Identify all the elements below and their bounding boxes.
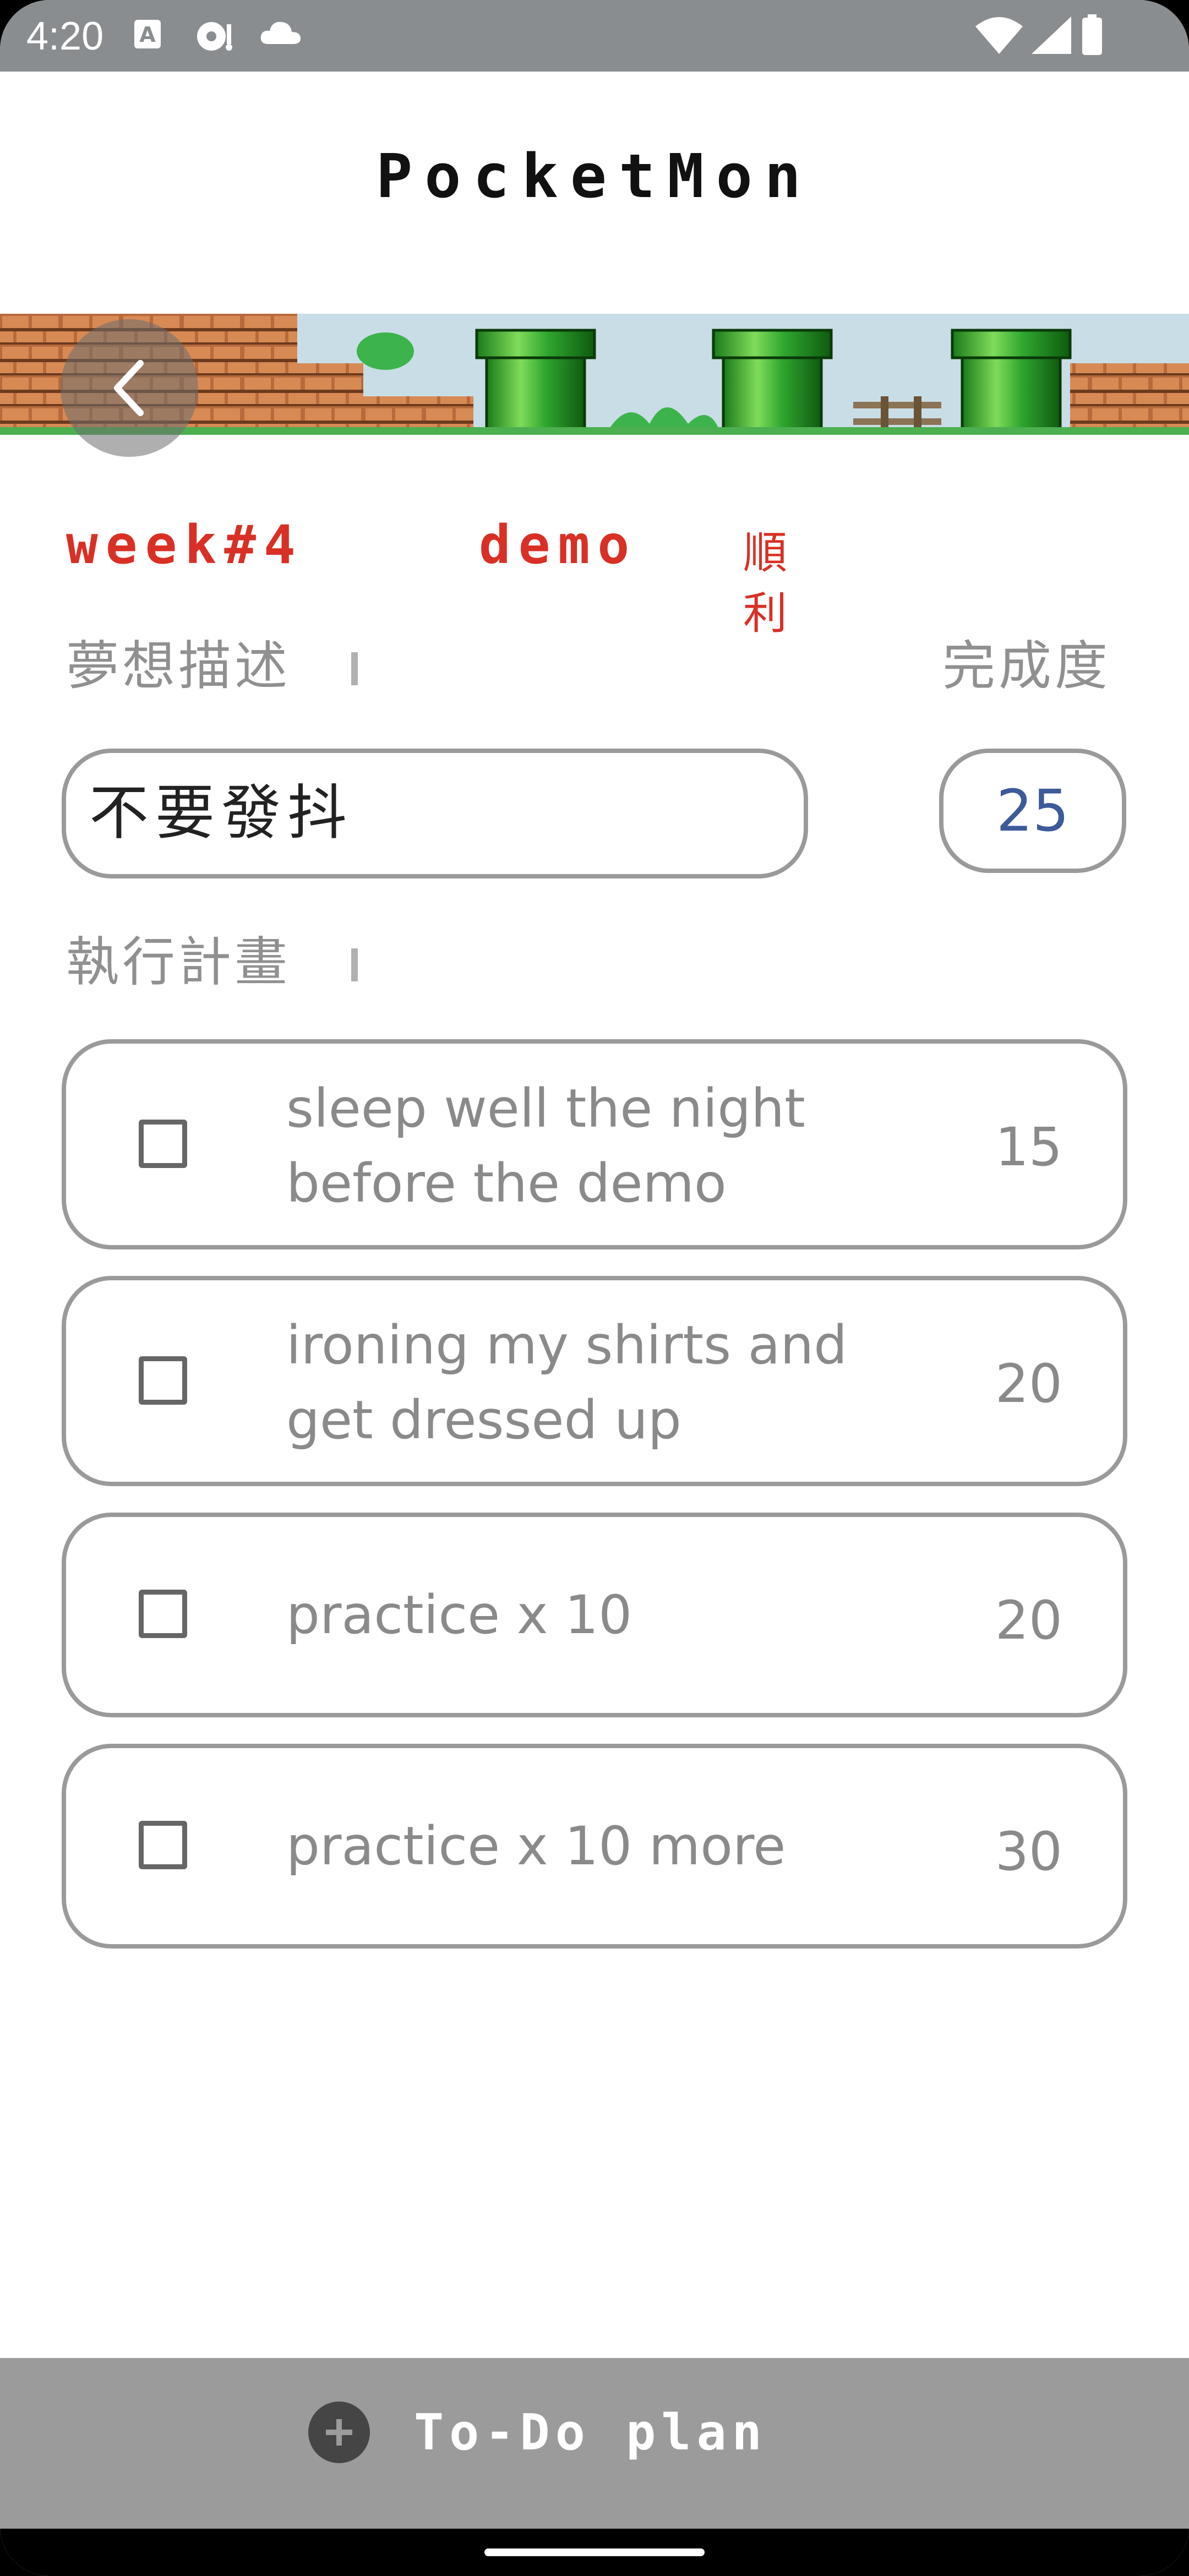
app-title: PocketMon	[375, 141, 814, 211]
plan-item-text: practice x 10	[286, 1584, 632, 1646]
svg-text:A: A	[139, 23, 156, 47]
add-todo-plan-button[interactable]: To-Do plan	[308, 2391, 767, 2474]
status-bar: 4:20 A	[0, 0, 1189, 72]
plan-item[interactable]: sleep well the night before the demo 15	[62, 1039, 1127, 1249]
week-subtitle: 順利	[743, 527, 787, 639]
wifi-icon	[974, 15, 1024, 57]
media-notification-icon	[193, 17, 237, 57]
cloud-icon	[259, 17, 303, 52]
progress-label: 完成度	[942, 635, 1111, 697]
dream-input[interactable]: 不要發抖	[62, 749, 808, 878]
plan-item-text: ironing my shirts and get dressed up	[286, 1314, 848, 1451]
progress-value[interactable]: 25	[939, 749, 1126, 873]
plan-checkbox[interactable]	[139, 1590, 187, 1638]
plan-label-divider	[351, 948, 358, 981]
dream-label-divider	[351, 652, 358, 685]
keyboard-notification-icon: A	[132, 17, 163, 54]
plan-item[interactable]: practice x 10 more 30	[62, 1744, 1127, 1949]
plan-item[interactable]: practice x 10 20	[62, 1513, 1127, 1717]
signal-icon	[1029, 15, 1073, 57]
home-indicator[interactable]	[484, 2548, 705, 2556]
plan-checkbox[interactable]	[139, 1356, 187, 1405]
plan-label: 執行計畫	[66, 931, 291, 993]
plan-item-score: 15	[995, 1116, 1062, 1178]
plan-checkbox[interactable]	[139, 1120, 187, 1168]
chevron-left-icon	[114, 360, 144, 416]
bottom-action-bar: To-Do plan	[0, 2358, 1189, 2529]
plan-item-text: practice x 10 more	[286, 1815, 786, 1877]
plus-icon	[308, 2402, 370, 2463]
add-todo-plan-label: To-Do plan	[414, 2403, 767, 2462]
dream-label: 夢想描述	[66, 635, 291, 697]
week-label: week#4	[66, 514, 303, 576]
app-screen: 4:20 A PocketMon week#4 demo 順利 夢想描述 完成度…	[0, 0, 1189, 2576]
back-button[interactable]	[61, 319, 198, 457]
plan-item-score: 20	[995, 1590, 1062, 1651]
plan-item-score: 30	[995, 1821, 1062, 1882]
week-title: demo	[479, 514, 637, 576]
plan-item-text: sleep well the night before the demo	[286, 1078, 805, 1214]
plan-checkbox[interactable]	[139, 1821, 187, 1869]
plan-item-score: 20	[995, 1353, 1062, 1415]
plan-item[interactable]: ironing my shirts and get dressed up 20	[62, 1276, 1127, 1486]
battery-icon	[1080, 14, 1104, 58]
status-time: 4:20	[26, 14, 104, 58]
